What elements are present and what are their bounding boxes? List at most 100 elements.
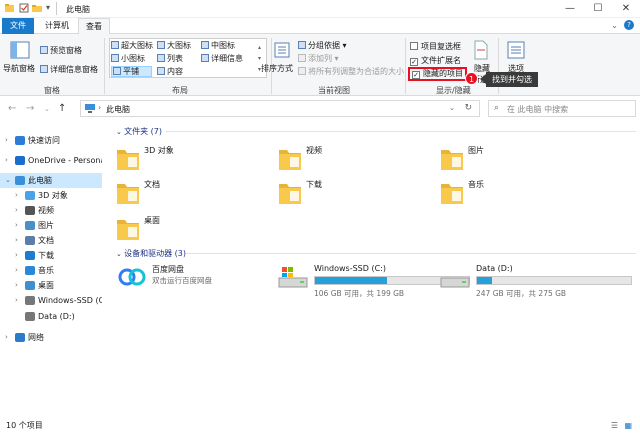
folder-name: 桌面 bbox=[144, 216, 160, 225]
nav-item[interactable]: › 3D 对象 bbox=[0, 188, 102, 203]
nav-item[interactable]: › 音乐 bbox=[0, 263, 102, 278]
device-name: Windows-SSD (C:) bbox=[314, 264, 386, 273]
quick-access-dropdown-icon[interactable]: ▾ bbox=[46, 3, 50, 12]
layout-large-icons[interactable]: 大图标 bbox=[157, 40, 191, 51]
nav-item-label: 图片 bbox=[38, 221, 54, 230]
hide-selected-icon bbox=[474, 40, 488, 60]
nav-item-label: 网络 bbox=[28, 333, 44, 342]
explorer-app-icon bbox=[5, 4, 14, 12]
maximize-button[interactable]: ☐ bbox=[584, 0, 612, 18]
layout-small-icons[interactable]: 小图标 bbox=[111, 53, 145, 64]
large-icons-view-icon[interactable]: ▦ bbox=[624, 418, 632, 434]
sort-by-button[interactable]: 排序方式 bbox=[261, 63, 293, 74]
nav-item[interactable]: › 视频 bbox=[0, 203, 102, 218]
preview-pane-button[interactable]: 预览窗格 bbox=[40, 45, 82, 56]
folder-tile[interactable]: 桌面 bbox=[116, 214, 266, 246]
tab-file[interactable]: 文件 bbox=[2, 18, 34, 34]
drive-tile[interactable]: Data (D:) 247 GB 可用，共 275 GB bbox=[440, 264, 640, 304]
nav-pane-button[interactable]: 导航窗格 bbox=[3, 63, 35, 74]
size-columns-button[interactable]: 将所有列调整为合适的大小 bbox=[298, 66, 404, 77]
large-icons-icon bbox=[157, 41, 165, 49]
layout-medium-icons[interactable]: 中图标 bbox=[201, 40, 235, 51]
help-icon[interactable]: ? bbox=[624, 20, 634, 30]
computer-icon bbox=[85, 104, 95, 113]
expand-chevron-icon[interactable]: › bbox=[15, 278, 18, 293]
folder-tile[interactable]: 3D 对象 bbox=[116, 144, 266, 176]
address-bar[interactable]: › 此电脑 ⌄ ↻ bbox=[80, 100, 480, 117]
expand-chevron-icon[interactable]: › bbox=[5, 133, 8, 148]
nav-item[interactable]: Data (D:) bbox=[0, 309, 102, 324]
expand-chevron-icon[interactable]: › bbox=[15, 203, 18, 218]
up-button[interactable]: ↑ bbox=[58, 103, 66, 114]
drive-icon bbox=[25, 296, 35, 305]
downloads-icon bbox=[25, 251, 35, 260]
size-columns-icon bbox=[298, 67, 306, 75]
details-view-icon[interactable]: ☰ bbox=[611, 418, 618, 434]
close-button[interactable]: ✕ bbox=[612, 0, 640, 18]
nav-item[interactable]: › 下载 bbox=[0, 248, 102, 263]
layout-extra-large-icons[interactable]: 超大图标 bbox=[111, 40, 153, 51]
preview-pane-icon bbox=[40, 46, 48, 54]
expand-chevron-icon[interactable]: › bbox=[15, 263, 18, 278]
forward-button[interactable]: → bbox=[26, 103, 34, 114]
breadcrumb[interactable]: 此电脑 bbox=[106, 104, 130, 115]
folder-name: 下载 bbox=[306, 180, 322, 189]
expand-chevron-icon[interactable]: › bbox=[15, 293, 18, 308]
device-subtitle: 双击运行百度网盘 bbox=[152, 276, 212, 285]
nav-item[interactable]: › 图片 bbox=[0, 218, 102, 233]
nav-item[interactable]: ⌄ 此电脑 bbox=[0, 173, 102, 188]
quick-access-checkbox-icon[interactable] bbox=[19, 3, 29, 13]
drive-icon bbox=[440, 277, 470, 288]
nav-item[interactable]: › 桌面 bbox=[0, 278, 102, 293]
expand-chevron-icon[interactable]: › bbox=[5, 330, 8, 345]
address-dropdown-icon[interactable]: ⌄ bbox=[449, 104, 455, 112]
recent-locations-icon[interactable]: ⌄ bbox=[44, 105, 50, 113]
details-icon bbox=[201, 54, 209, 62]
layout-content[interactable]: 内容 bbox=[157, 66, 183, 77]
folder-tile[interactable]: 图片 bbox=[440, 144, 590, 176]
nav-item-label: 此电脑 bbox=[28, 176, 52, 185]
hidden-items-toggle[interactable]: ✓ 隐藏的项目 bbox=[408, 67, 467, 81]
expand-chevron-icon[interactable]: › bbox=[15, 218, 18, 233]
expand-chevron-icon[interactable]: › bbox=[15, 233, 18, 248]
search-input[interactable]: 在 此电脑 中搜索 bbox=[507, 104, 568, 115]
nav-item[interactable]: › 网络 bbox=[0, 330, 102, 345]
expand-chevron-icon[interactable]: › bbox=[5, 153, 8, 168]
layout-list[interactable]: 列表 bbox=[157, 53, 183, 64]
refresh-icon[interactable]: ↻ bbox=[464, 103, 472, 113]
devices-section-header[interactable]: ⌄ 设备和驱动器 (3) bbox=[116, 248, 186, 259]
tab-computer[interactable]: 计算机 bbox=[38, 18, 76, 34]
folders-section-header[interactable]: ⌄ 文件夹 (7) bbox=[116, 126, 162, 137]
nav-item[interactable]: › OneDrive - Persona bbox=[0, 153, 102, 168]
folder-tile[interactable]: 下载 bbox=[278, 178, 428, 210]
expand-chevron-icon[interactable]: ⌄ bbox=[5, 173, 11, 188]
expand-chevron-icon[interactable]: › bbox=[15, 248, 18, 263]
search-box[interactable]: ⌕ 在 此电脑 中搜索 bbox=[488, 100, 636, 117]
item-checkboxes-toggle[interactable]: 项目复选框 bbox=[410, 41, 461, 52]
folder-tile[interactable]: 音乐 bbox=[440, 178, 590, 210]
group-by-icon bbox=[298, 41, 306, 49]
group-label-panes: 窗格 bbox=[44, 86, 60, 95]
nav-item[interactable]: › Windows-SSD (C:) bbox=[0, 293, 102, 308]
details-pane-button[interactable]: 详细信息窗格 bbox=[40, 64, 98, 75]
add-columns-button[interactable]: 添加列 ▾ bbox=[298, 53, 339, 64]
back-button[interactable]: ← bbox=[8, 103, 16, 114]
ribbon-collapse-icon[interactable]: ⌄ bbox=[611, 21, 618, 30]
tab-view[interactable]: 查看 bbox=[78, 18, 110, 35]
folder-tile[interactable]: 文档 bbox=[116, 178, 266, 210]
nav-item[interactable]: › 文档 bbox=[0, 233, 102, 248]
nav-item[interactable]: › 快速访问 bbox=[0, 133, 102, 148]
sort-by-icon bbox=[274, 42, 290, 58]
folder-tile[interactable]: 视频 bbox=[278, 144, 428, 176]
minimize-button[interactable]: — bbox=[556, 0, 584, 18]
expand-chevron-icon[interactable]: › bbox=[15, 188, 18, 203]
ribbon-view: 导航窗格 预览窗格 详细信息窗格 窗格 超大图标 大图标 中图标 小图标 列表 … bbox=[0, 34, 640, 96]
group-by-button[interactable]: 分组依据 ▾ bbox=[298, 40, 347, 51]
layout-tiles[interactable]: 平铺 bbox=[111, 66, 152, 77]
layout-details[interactable]: 详细信息 bbox=[201, 53, 243, 64]
checkbox-unchecked-icon bbox=[410, 42, 418, 50]
folder-quick-icon[interactable] bbox=[32, 3, 42, 13]
drive-space-text: 247 GB 可用，共 275 GB bbox=[476, 289, 567, 298]
file-extensions-toggle[interactable]: ✓ 文件扩展名 bbox=[410, 55, 461, 66]
drive-icon bbox=[278, 267, 308, 288]
